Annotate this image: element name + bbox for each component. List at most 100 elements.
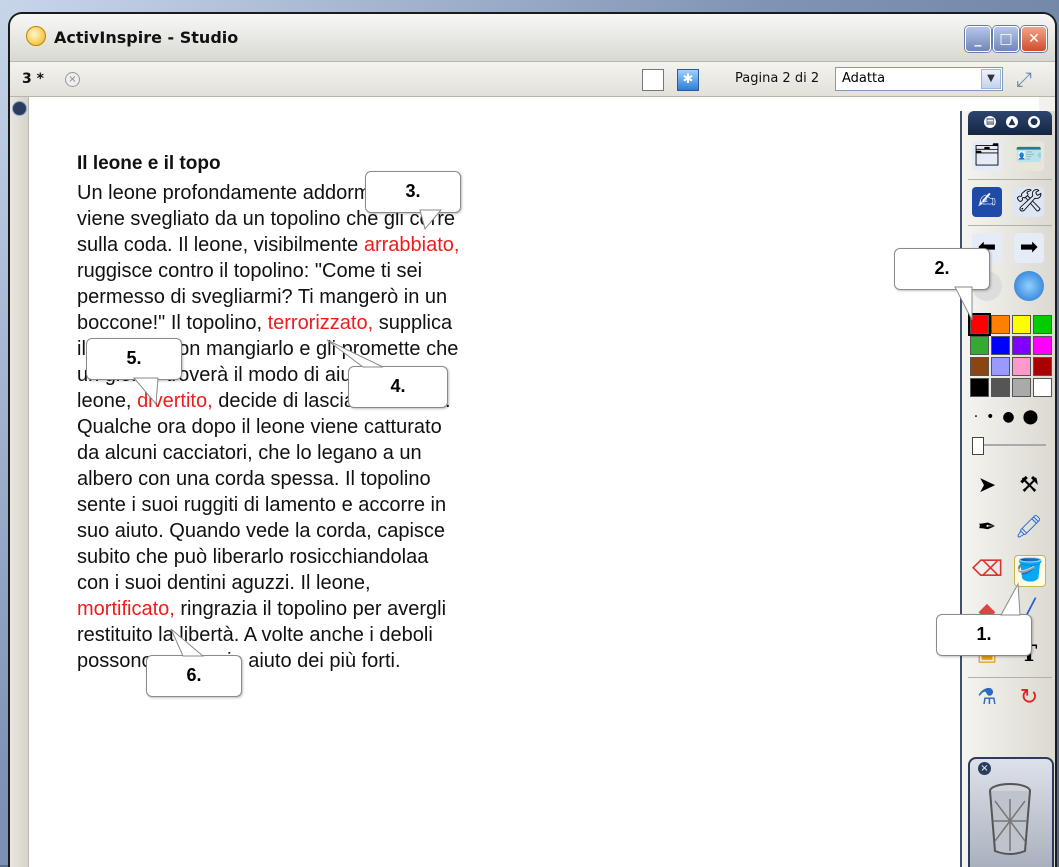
color-swatch[interactable] (1033, 315, 1052, 334)
color-swatch[interactable] (1012, 336, 1031, 355)
text-run: supplica (373, 312, 453, 334)
pen-icon[interactable]: ✒ (972, 513, 1002, 543)
callout-4[interactable]: 4. (348, 366, 448, 408)
document-toolbar: 3 * × ✱ Pagina 2 di 2 Adatta ▼ ⤢ (10, 62, 1055, 97)
color-swatch[interactable] (970, 336, 989, 355)
story-line: ruggisce contro il topolino: "Come ti se… (77, 258, 547, 284)
toolbox-separator (968, 179, 1052, 180)
text-run: albero con una corda spessa. Il topolino (77, 468, 431, 490)
story-title: Il leone e il topo (77, 153, 221, 174)
callout-3[interactable]: 3. (365, 171, 461, 213)
callout-2[interactable]: 2. (894, 248, 990, 290)
text-run: leone, (77, 390, 138, 412)
text-run: ringrazia il topolino per avergli (174, 598, 447, 620)
color-swatch[interactable] (970, 378, 989, 397)
story-line: suo aiuto. Quando vede la corda, capisce (77, 518, 547, 544)
maximize-button[interactable]: □ (993, 26, 1019, 52)
width-slider[interactable] (972, 435, 1048, 455)
text-run: con i suoi dentini aguzzi. Il leone, (77, 572, 371, 594)
undo-icon[interactable]: ↻ (1014, 683, 1044, 713)
callout-4-tail (326, 339, 384, 368)
color-swatch[interactable] (991, 315, 1010, 334)
zoom-select[interactable]: Adatta ▼ (835, 67, 1003, 91)
browser-icon[interactable]: 🗂 (972, 141, 1002, 171)
story-line: da alcuni cacciatori, che lo legano a un (77, 440, 547, 466)
tab-close-icon[interactable]: × (65, 72, 80, 87)
color-swatch[interactable] (991, 378, 1010, 397)
text-run: subito che può liberarlo rosicchiandolaa (77, 546, 429, 568)
flipchart-page[interactable]: Il leone e il topo Un leone profondament… (29, 97, 1039, 867)
tab-flipchart[interactable]: 3 * (22, 71, 44, 87)
eraser-icon[interactable]: ⌫ (972, 555, 1003, 585)
highlighted-word: mortificato, (77, 598, 175, 620)
toolbox-menu-icon[interactable]: ▤ (984, 116, 996, 128)
story-line: con i suoi dentini aguzzi. Il leone, (77, 570, 547, 596)
story-line: boccone!" Il topolino, terrorizzato, sup… (77, 310, 547, 336)
page-indicator: Pagina 2 di 2 (735, 71, 820, 86)
pen-width-dots[interactable]: ·•●⬤ (968, 407, 1052, 427)
close-button[interactable]: ✕ (1021, 26, 1047, 52)
fullscreen-icon[interactable]: ⤢ (1010, 66, 1038, 92)
callout-1[interactable]: 1. (936, 614, 1032, 656)
window-title: ActivInspire - Studio (54, 28, 239, 47)
story-line: restituito la libertà. A volte anche i d… (77, 622, 547, 648)
tool-settings-icon[interactable]: 🛠 (1014, 187, 1044, 217)
color-swatch[interactable] (970, 357, 989, 376)
story-line: permesso di svegliarmi? Ti mangerò in un (77, 284, 547, 310)
clear-icon[interactable]: ⚗ (972, 683, 1002, 713)
trash-panel-close-icon[interactable]: × (978, 762, 991, 775)
desktop-annotate-icon[interactable]: ✱ (677, 69, 699, 91)
highlighter-icon[interactable]: 🖍 (1014, 513, 1044, 543)
text-run: suo aiuto. Quando vede la corda, capisce (77, 520, 446, 542)
story-line: sente i suoi ruggiti di lamento e accorr… (77, 492, 547, 518)
tools-icon[interactable]: ⚒ (1014, 471, 1044, 501)
minimize-button[interactable]: _ (965, 26, 991, 52)
text-run: Qualche ora dopo il leone viene catturat… (77, 416, 442, 438)
callout-6[interactable]: 6. (146, 655, 242, 697)
next-page-icon[interactable]: ➡ (1014, 233, 1044, 263)
callout-6-tail (170, 628, 205, 657)
activinspire-logo-icon (26, 26, 46, 46)
text-run: da alcuni cacciatori, che lo legano a un (77, 442, 422, 464)
toolbox-collapse-icon[interactable]: ▲ (1006, 116, 1018, 128)
text-run: permesso di svegliarmi? Ti mangerò in un (77, 286, 448, 308)
trash-can-icon[interactable] (987, 781, 1033, 857)
story-line: sulla coda. Il leone, visibilmente arrab… (77, 232, 547, 258)
dual-user-icon[interactable]: ✍ (972, 187, 1002, 217)
highlighted-word: arrabbiato, (363, 234, 460, 256)
app-window: ActivInspire - Studio _ □ ✕ 3 * × ✱ Pagi… (8, 12, 1057, 867)
color-swatch[interactable] (991, 357, 1010, 376)
select-icon[interactable]: ➤ (972, 471, 1002, 501)
chevron-down-icon[interactable]: ▼ (981, 69, 1001, 89)
color-swatch[interactable] (1033, 357, 1052, 376)
color-swatch[interactable] (1012, 315, 1031, 334)
callout-5[interactable]: 5. (86, 338, 182, 380)
color-swatch[interactable] (1033, 378, 1052, 397)
toolbox-pin-icon[interactable]: ● (1028, 116, 1040, 128)
story-line: albero con una corda spessa. Il topolino (77, 466, 547, 492)
text-run: restituito la libertà. A volte anche i d… (77, 624, 433, 646)
resource-library-icon[interactable] (1014, 271, 1044, 301)
slider-handle[interactable] (972, 437, 984, 455)
pin-icon[interactable] (12, 101, 27, 116)
color-swatch[interactable] (1033, 336, 1052, 355)
color-swatch[interactable] (1012, 357, 1031, 376)
callout-3-tail (419, 209, 443, 231)
browser-collapse-strip[interactable] (10, 97, 29, 867)
callout-2-tail (954, 286, 973, 321)
color-swatch[interactable] (1012, 378, 1031, 397)
toolbox-header[interactable]: ▤ ▲ ● (968, 111, 1052, 135)
story-line: mortificato, ringrazia il topolino per a… (77, 596, 547, 622)
toolbox-separator (968, 677, 1052, 678)
text-run: sente i suoi ruggiti di lamento e accorr… (77, 494, 447, 516)
page-browser-icon[interactable] (642, 69, 664, 91)
main-toolbox: ▤ ▲ ● 🗂 🪪 ✍ 🛠 ⬅ ➡ ·•●⬤ ➤ ⚒ ✒ 🖍 ⌫ 🪣 ◆ ╱ ▣… (960, 111, 1055, 867)
text-run: ruggisce contro il topolino: "Come ti se… (77, 260, 423, 282)
user-profile-icon[interactable]: 🪪 (1014, 141, 1044, 171)
story-text: Un leone profondamente addormentato viene… (77, 180, 547, 674)
text-run: boccone!" Il topolino, (77, 312, 268, 334)
story-line: subito che può liberarlo rosicchiandolaa (77, 544, 547, 570)
highlighted-word: terrorizzato, (267, 312, 374, 334)
color-swatch[interactable] (991, 336, 1010, 355)
zoom-value: Adatta (842, 71, 886, 86)
